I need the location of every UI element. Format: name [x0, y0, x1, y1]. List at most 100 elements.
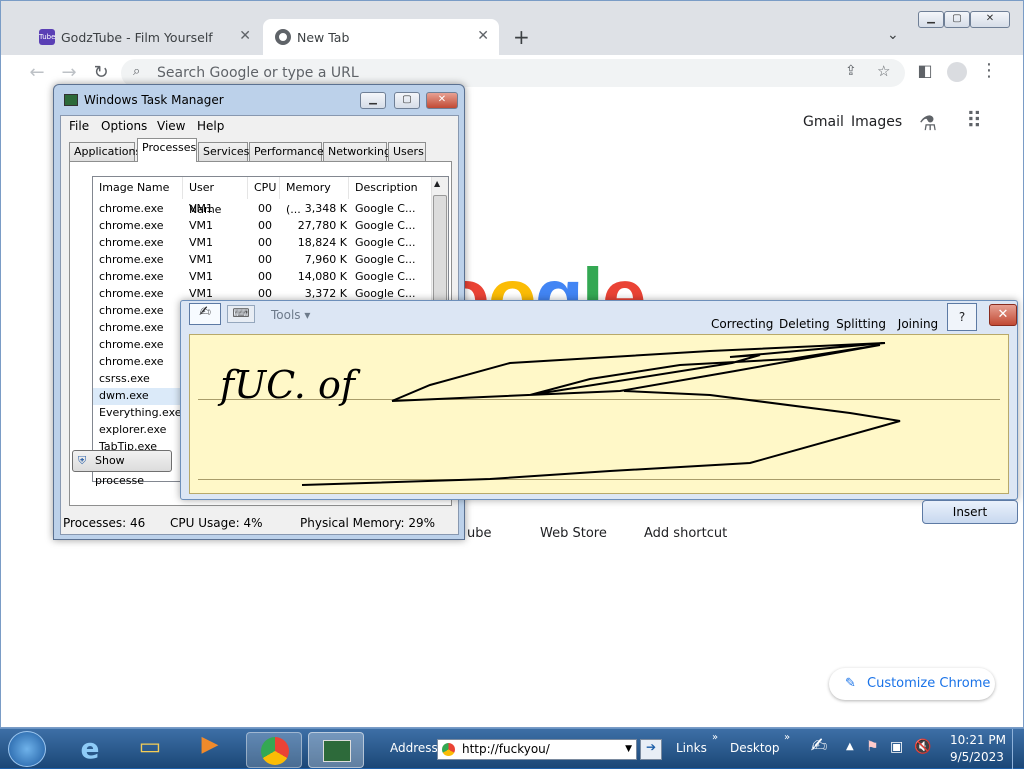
column-description[interactable]: Description	[349, 177, 433, 199]
tools-menu[interactable]: Tools ▾	[271, 308, 310, 322]
maximize-button[interactable]: ▢	[944, 11, 970, 28]
scroll-up-icon[interactable]: ▲	[434, 179, 440, 188]
splitting-button[interactable]: Splitting	[835, 301, 887, 333]
share-icon[interactable]: ⇪	[845, 63, 857, 79]
apps-grid-icon[interactable]: ⠿	[966, 109, 982, 134]
status-processes: Processes: 46	[63, 516, 146, 530]
menu-help[interactable]: Help	[197, 119, 224, 133]
tab-networking[interactable]: Networking	[323, 142, 391, 161]
insert-button[interactable]: Insert	[922, 500, 1018, 524]
column-cpu[interactable]: CPU	[248, 177, 280, 199]
volume-muted-icon[interactable]: 🔇	[914, 739, 931, 755]
table-row[interactable]: chrome.exe VM1 00 18,824 K Google C...	[93, 235, 433, 252]
task-manager-taskbar-icon[interactable]	[308, 732, 364, 768]
gmail-link[interactable]: Gmail	[803, 114, 844, 130]
tools-label: Tools	[271, 308, 301, 322]
chrome-favicon-icon	[275, 29, 291, 45]
maximize-button[interactable]: ▢	[394, 92, 420, 109]
table-row[interactable]: chrome.exe VM1 00 7,960 K Google C...	[93, 252, 433, 269]
column-user-name[interactable]: User Name	[183, 177, 248, 216]
links-toolbar[interactable]: Links	[676, 741, 707, 755]
tab-services[interactable]: Services	[198, 142, 249, 161]
omnibox[interactable]: ⌕ Search Google or type a URL ⇪ ☆	[121, 59, 905, 87]
cell-mem: 18,824 K	[297, 236, 347, 249]
window-title: Windows Task Manager	[84, 93, 224, 107]
show-desktop-button[interactable]	[1012, 729, 1024, 769]
minimize-button[interactable]: ▁	[360, 92, 386, 109]
chevron-icon[interactable]: »	[712, 732, 718, 743]
dropdown-arrow-icon[interactable]: ▼	[625, 740, 632, 759]
table-row[interactable]: chrome.exe VM1 00 14,080 K Google C...	[93, 269, 433, 286]
pen-input-icon[interactable]: ✍	[804, 733, 834, 763]
pencil-icon: ✎	[845, 676, 856, 691]
table-row[interactable]: chrome.exe VM1 00 3,348 K Google C...	[93, 201, 433, 218]
column-memory[interactable]: Memory (...	[280, 177, 349, 216]
cell-name: dwm.exe	[99, 389, 149, 402]
reload-icon[interactable]: ↻	[89, 61, 113, 85]
writing-area[interactable]: fUC. of	[189, 334, 1009, 494]
internet-explorer-icon[interactable]: e	[62, 732, 118, 768]
scroll-thumb[interactable]	[433, 195, 447, 305]
help-icon[interactable]: ?	[947, 303, 977, 331]
cell-name: chrome.exe	[99, 321, 164, 334]
network-icon[interactable]: ▣	[890, 739, 903, 755]
show-hidden-icons[interactable]: ▲	[846, 741, 854, 752]
omnibox-placeholder: Search Google or type a URL	[157, 65, 359, 81]
close-window-button[interactable]: ✕	[426, 92, 458, 109]
menu-file[interactable]: File	[69, 119, 89, 133]
cell-desc: Google C...	[355, 253, 416, 266]
tab-new-tab[interactable]: New Tab ✕	[263, 19, 499, 55]
tab-processes[interactable]: Processes	[137, 138, 197, 162]
address-toolbar-input[interactable]: http://fuckyou/ ▼	[437, 739, 637, 760]
monitor-icon	[323, 740, 351, 762]
minimize-button[interactable]: ▁	[918, 11, 944, 28]
shortcut-youtube[interactable]: ube	[467, 526, 492, 541]
show-processes-button[interactable]: ⛨ Show processe	[72, 450, 172, 487]
clock-time[interactable]: 10:21 PM	[950, 733, 1006, 747]
shortcut-web-store[interactable]: Web Store	[540, 526, 607, 541]
start-button[interactable]	[8, 731, 46, 767]
correcting-button[interactable]: Correcting	[711, 301, 773, 333]
images-link[interactable]: Images	[851, 114, 902, 130]
side-panel-icon[interactable]: ◧	[913, 59, 937, 83]
action-center-icon[interactable]: ⚑	[866, 739, 879, 755]
deleting-button[interactable]: Deleting	[779, 301, 830, 333]
close-window-button[interactable]: ✕	[970, 11, 1010, 28]
desktop-toolbar[interactable]: Desktop	[730, 741, 780, 755]
joining-button[interactable]: Joining	[893, 301, 943, 333]
profile-avatar[interactable]	[947, 62, 967, 82]
chrome-taskbar-icon[interactable]	[246, 732, 302, 768]
menu-view[interactable]: View	[157, 119, 185, 133]
keyboard-icon[interactable]: ⌨	[227, 305, 255, 323]
menu-options[interactable]: Options	[101, 119, 147, 133]
table-row[interactable]: chrome.exe VM1 00 27,780 K Google C...	[93, 218, 433, 235]
chevron-icon[interactable]: »	[784, 732, 790, 743]
address-value: http://fuckyou/	[462, 742, 550, 756]
new-tab-button[interactable]: +	[513, 25, 530, 49]
clock-date[interactable]: 9/5/2023	[950, 750, 1004, 764]
writing-pad-icon[interactable]: ✍	[189, 303, 221, 325]
tab-performance[interactable]: Performance	[249, 142, 324, 161]
close-tab-icon[interactable]: ✕	[477, 28, 489, 44]
labs-flask-icon[interactable]: ⚗	[919, 111, 937, 135]
bookmark-star-icon[interactable]: ☆	[877, 62, 890, 80]
media-player-icon[interactable]: ▶	[182, 732, 238, 768]
tab-applications[interactable]: Applications	[69, 142, 141, 161]
customize-chrome-button[interactable]: ✎ Customize Chrome	[829, 668, 995, 700]
forward-icon[interactable]: →	[57, 61, 81, 85]
shortcut-add[interactable]: Add shortcut	[644, 526, 727, 541]
close-tab-icon[interactable]: ✕	[239, 28, 251, 44]
column-image-name[interactable]: Image Name	[93, 177, 183, 199]
cell-mem: 3,372 K	[304, 287, 347, 300]
task-manager-icon	[64, 94, 78, 106]
back-icon[interactable]: ←	[25, 61, 49, 85]
go-arrow-icon[interactable]: ➔	[640, 739, 662, 760]
file-explorer-icon[interactable]: ▭	[122, 732, 178, 768]
chrome-menu-icon[interactable]: ⋮	[977, 59, 1001, 83]
tab-godztube[interactable]: Tube GodzTube - Film Yourself ✕	[27, 19, 261, 55]
close-panel-button[interactable]: ✕	[989, 304, 1017, 326]
cell-cpu: 00	[258, 270, 272, 283]
tab-search-icon[interactable]: ⌄	[887, 27, 899, 43]
tab-users[interactable]: Users	[388, 142, 426, 161]
status-bar: Processes: 46 CPU Usage: 4% Physical Mem…	[60, 513, 459, 535]
